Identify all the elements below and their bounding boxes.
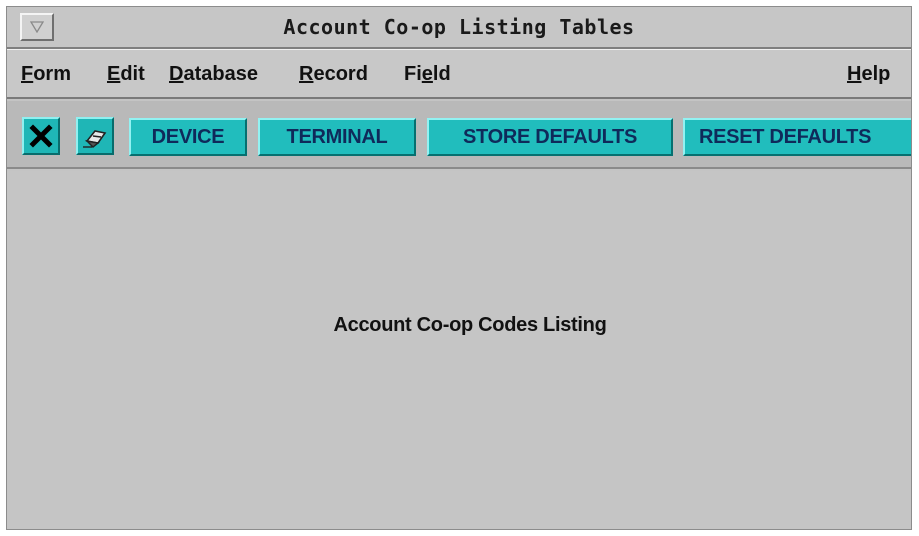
device-button[interactable]: DEVICE: [129, 118, 247, 156]
close-button[interactable]: [22, 117, 60, 155]
eraser-icon: [83, 130, 107, 148]
content-area: Account Co-op Codes Listing: [7, 171, 911, 529]
app-window: Account Co-op Listing Tables Form Edit D…: [6, 6, 912, 530]
store-defaults-button[interactable]: STORE DEFAULTS: [427, 118, 673, 156]
menu-record[interactable]: Record: [299, 63, 368, 86]
clear-button[interactable]: [76, 117, 114, 155]
menu-database[interactable]: Database: [169, 63, 258, 86]
terminal-button[interactable]: TERMINAL: [258, 118, 416, 156]
toolbar: DEVICE TERMINAL STORE DEFAULTS RESET DEF…: [7, 101, 911, 169]
close-x-icon: [29, 124, 53, 148]
menu-form[interactable]: Form: [21, 63, 71, 86]
window-title: Account Co-op Listing Tables: [283, 15, 635, 39]
menu-help[interactable]: Help: [847, 63, 890, 86]
title-bar[interactable]: Account Co-op Listing Tables: [7, 7, 911, 49]
menu-bar: Form Edit Database Record Field Help: [7, 49, 911, 99]
menu-field[interactable]: Field: [404, 63, 451, 86]
reset-defaults-button[interactable]: RESET DEFAULTS: [683, 118, 911, 156]
listing-label: Account Co-op Codes Listing: [333, 314, 607, 336]
menu-edit[interactable]: Edit: [107, 63, 145, 86]
